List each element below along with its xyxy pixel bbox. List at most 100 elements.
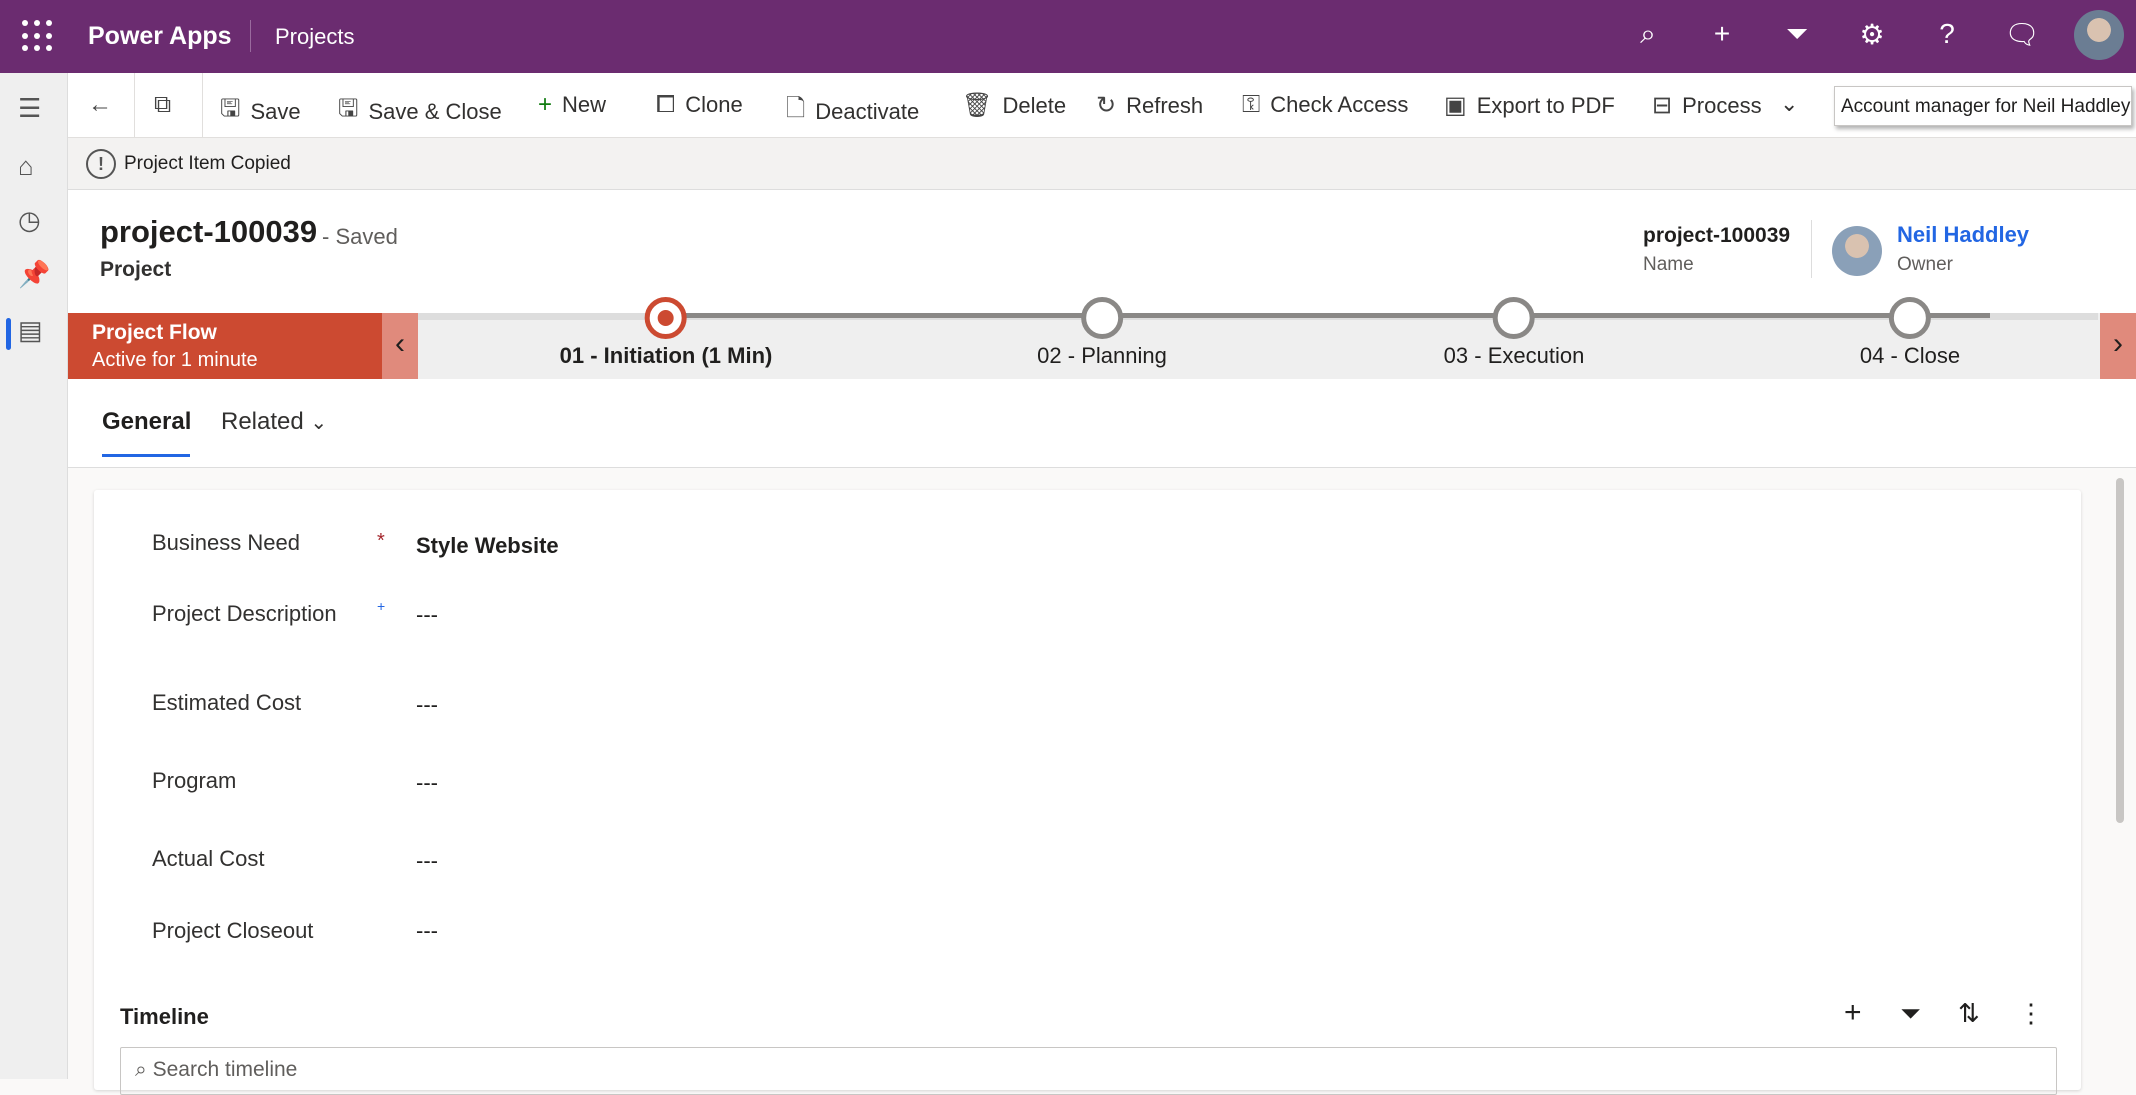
estimated-cost-field[interactable]: --- — [416, 692, 438, 718]
name-value: project-100039 — [1643, 224, 1791, 247]
stage-icon — [1889, 297, 1931, 339]
save-close-label: Save & Close — [368, 98, 502, 124]
save-label: Save — [250, 98, 301, 124]
search-icon[interactable]: ⌕ — [1628, 18, 1668, 51]
more-icon[interactable]: ⋮ — [2018, 998, 2044, 1029]
stage-execution[interactable]: 03 - Execution — [1443, 297, 1585, 369]
trash-icon: 🗑 — [962, 92, 993, 119]
new-label: New — [562, 92, 607, 117]
divider — [202, 73, 203, 138]
back-button[interactable]: ← — [88, 91, 112, 119]
owner-label: Owner — [1897, 254, 1953, 275]
process-label: Process — [1682, 92, 1762, 118]
timeline-title: Timeline — [120, 1004, 209, 1029]
help-icon[interactable]: ? — [1927, 18, 1967, 50]
owner-link[interactable]: Neil Haddley — [1897, 222, 2029, 248]
save-button[interactable]: 🖫 Save — [220, 91, 301, 132]
key-icon: ⚿ — [1242, 91, 1261, 118]
plus-icon: + — [538, 91, 553, 118]
stage-connector — [660, 313, 1990, 318]
tab-general[interactable]: General — [102, 408, 191, 436]
clone-button[interactable]: ⧠ Clone — [656, 91, 743, 119]
deactivate-label: Deactivate — [815, 98, 920, 124]
popout-icon: ⧉ — [154, 91, 172, 118]
tab-related[interactable]: Related ⌄ — [221, 408, 327, 436]
tab-underline — [102, 454, 190, 457]
sort-icon[interactable]: ⇅ — [1958, 998, 1980, 1029]
field-label: Project Description — [152, 601, 337, 626]
field-label: Project Closeout — [152, 918, 314, 943]
stage-planning[interactable]: 02 - Planning — [1037, 297, 1167, 369]
app-name[interactable]: Power Apps — [88, 22, 232, 51]
project-closeout-field[interactable]: --- — [416, 918, 438, 944]
info-icon: ! — [86, 149, 116, 179]
stage-label: 02 - Planning — [1037, 343, 1167, 368]
previous-stage-chevron-icon[interactable]: ‹ — [382, 313, 418, 379]
field-label: Actual Cost — [152, 846, 265, 871]
avatar[interactable] — [2074, 10, 2124, 60]
check-access-button[interactable]: ⚿ Check Access — [1242, 91, 1408, 119]
delete-label: Delete — [1002, 92, 1067, 118]
plus-icon[interactable]: + — [1702, 18, 1742, 50]
delete-button[interactable]: 🗑 Delete — [962, 91, 1066, 120]
save-close-button[interactable]: 🖫 Save & Close — [338, 91, 502, 132]
stage-label: 03 - Execution — [1443, 343, 1585, 368]
pin-icon[interactable]: 📌 — [18, 259, 50, 290]
chevron-down-icon: ⌄ — [310, 412, 328, 434]
stage-label: 04 - Close — [1859, 343, 1961, 368]
form-header: project-100039 - Saved Project project-1… — [68, 190, 2136, 313]
notification-text: Project Item Copied — [124, 153, 291, 174]
stage-close[interactable]: 04 - Close — [1859, 297, 1961, 369]
stage-icon — [1081, 297, 1123, 339]
selected-indicator — [6, 318, 11, 350]
scrollbar[interactable] — [2116, 478, 2124, 823]
filter-icon[interactable]: ⏷ — [1777, 18, 1817, 51]
stage-label: 01 - Initiation (1 Min) — [559, 343, 773, 368]
back-arrow-icon: ← — [88, 91, 112, 118]
projects-icon[interactable]: ▤ — [18, 315, 43, 346]
search-placeholder: Search timeline — [152, 1058, 298, 1081]
export-pdf-button[interactable]: ▣ Export to PDF — [1444, 91, 1615, 120]
project-description-field[interactable]: --- — [416, 602, 438, 628]
add-timeline-icon[interactable]: + — [1844, 996, 1862, 1030]
deactivate-button[interactable]: 🗋 Deactivate — [786, 91, 919, 132]
filter-icon[interactable]: ⏷ — [1900, 998, 1921, 1030]
recent-icon[interactable]: ◷ — [18, 205, 41, 236]
clone-label: Clone — [685, 92, 743, 117]
tooltip: Account manager for Neil Haddley — [1834, 86, 2132, 126]
general-section: Business Need * Style Website Project De… — [94, 490, 2081, 1095]
gear-icon[interactable]: ⚙ — [1852, 18, 1892, 51]
refresh-button[interactable]: ↻ Refresh — [1096, 91, 1203, 120]
name-label: Name — [1643, 254, 1694, 275]
hamburger-icon[interactable]: ☰ — [18, 93, 41, 124]
refresh-label: Refresh — [1126, 92, 1204, 118]
process-button[interactable]: ⊟ Process — [1652, 91, 1762, 120]
stage-initiation[interactable]: 01 - Initiation (1 Min) — [559, 297, 773, 369]
program-field[interactable]: --- — [416, 770, 438, 796]
save-close-icon: 🖫 — [338, 95, 359, 122]
search-timeline-input[interactable]: ⌕ Search timeline — [120, 1047, 2057, 1095]
save-status: - Saved — [322, 224, 398, 249]
more-commands-chevron-icon[interactable]: ⌄ — [1780, 91, 1798, 117]
business-need-field[interactable]: Style Website — [416, 533, 559, 559]
stage-icon — [1492, 297, 1535, 339]
top-bar: Power Apps Projects ⌕ + ⏷ ⚙ ? 🗨 — [0, 0, 2136, 73]
field-label: Program — [152, 768, 237, 793]
expand-header-chevron-icon[interactable]: ⌄ — [2132, 216, 2136, 251]
field-label: Estimated Cost — [152, 690, 302, 715]
chat-icon[interactable]: 🗨 — [2002, 18, 2042, 51]
new-button[interactable]: + New — [538, 91, 606, 119]
popout-button[interactable]: ⧉ — [154, 91, 171, 119]
page-title: project-100039 — [100, 214, 318, 249]
business-process-flow: Project Flow Active for 1 minute ‹ 01 - … — [68, 297, 2136, 379]
field-label: Business Need — [152, 530, 300, 555]
home-icon[interactable]: ⌂ — [18, 151, 34, 182]
check-access-label: Check Access — [1270, 92, 1409, 117]
actual-cost-field[interactable]: --- — [416, 848, 438, 874]
area-name[interactable]: Projects — [275, 24, 354, 50]
process-flow-title[interactable]: Project Flow Active for 1 minute — [68, 313, 382, 379]
app-launcher-icon[interactable] — [22, 20, 54, 52]
refresh-icon: ↻ — [1096, 92, 1117, 119]
next-stage-chevron-icon[interactable]: › — [2100, 313, 2136, 379]
deactivate-icon: 🗋 — [786, 95, 806, 122]
